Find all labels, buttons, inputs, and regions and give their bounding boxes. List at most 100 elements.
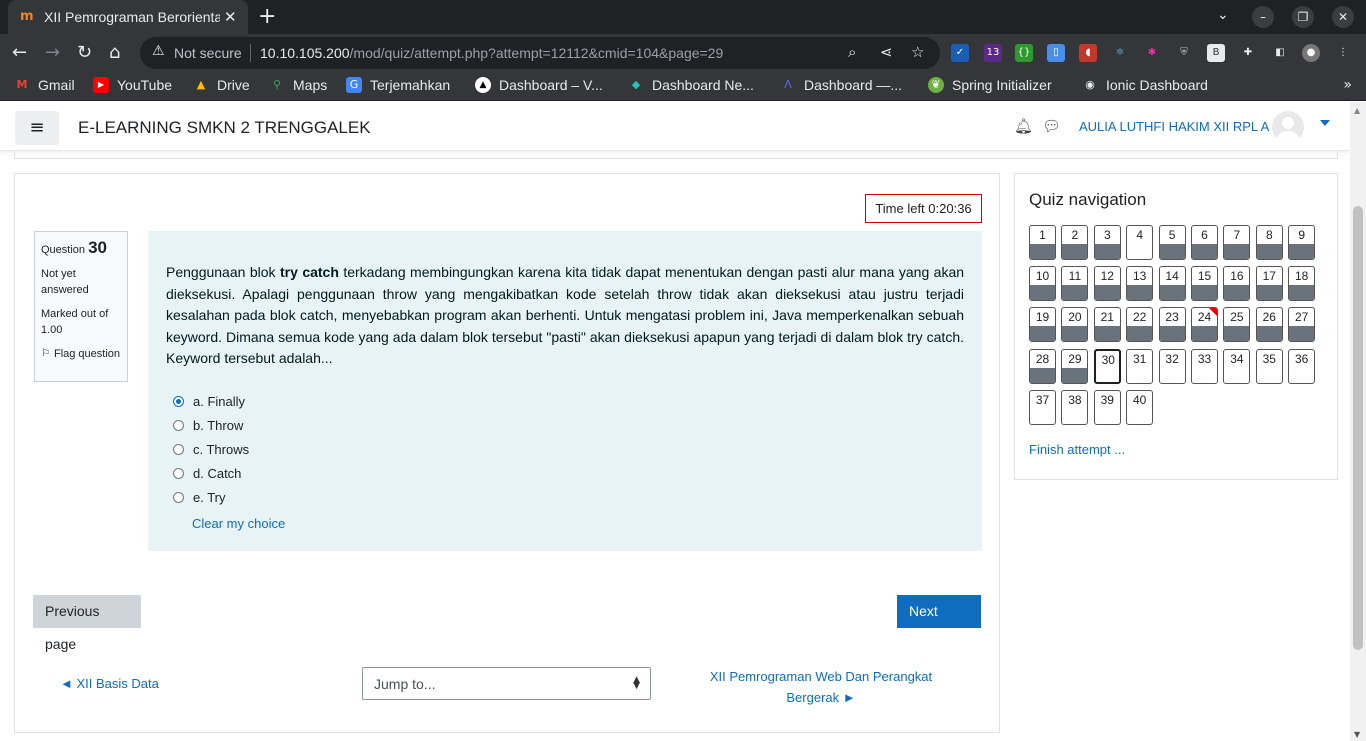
tab-search-chevron-icon[interactable]: ⌄: [1217, 7, 1229, 23]
bookmark-dashboard-vercel[interactable]: ▲ Dashboard – V...: [475, 77, 603, 93]
quiz-nav-question-32[interactable]: 32: [1158, 348, 1186, 384]
radio-button[interactable]: [173, 444, 184, 455]
share-icon[interactable]: ⋖: [880, 43, 893, 61]
quiz-nav-question-18[interactable]: 18: [1288, 266, 1316, 302]
quiz-nav-question-38[interactable]: 38: [1061, 389, 1089, 425]
site-name[interactable]: E-LEARNING SMKN 2 TRENGGALEK: [78, 118, 371, 138]
radio-button[interactable]: [173, 492, 184, 503]
finish-attempt-link[interactable]: Finish attempt ...: [1029, 442, 1125, 457]
warning-icon[interactable]: ⚠: [152, 43, 165, 59]
tab-close-icon[interactable]: ✕: [224, 8, 237, 26]
quiz-nav-question-34[interactable]: 34: [1223, 348, 1251, 384]
bookmark-ionic[interactable]: ◉ Ionic Dashboard: [1082, 77, 1208, 93]
user-menu-name[interactable]: AULIA LUTHFI HAKIM XII RPL A: [1079, 119, 1269, 134]
next-page-button[interactable]: Next page: [897, 595, 981, 652]
extension-capsule-icon[interactable]: ◖: [1079, 44, 1097, 62]
browser-menu-icon[interactable]: ⋮: [1334, 44, 1352, 62]
address-bar[interactable]: ⚠ Not secure 10.10.105.200/mod/quiz/atte…: [140, 37, 940, 69]
quiz-nav-question-15[interactable]: 15: [1191, 266, 1218, 302]
answer-label[interactable]: d. Catch: [193, 466, 241, 481]
quiz-nav-question-6[interactable]: 6: [1191, 225, 1218, 260]
quiz-nav-question-37[interactable]: 37: [1029, 389, 1056, 425]
bookmark-maps[interactable]: ⚲ Maps: [269, 77, 327, 93]
extension-check-icon[interactable]: ✓: [951, 44, 969, 62]
answer-option-a[interactable]: a. Finally: [173, 394, 245, 409]
answer-option-b[interactable]: b. Throw: [173, 418, 243, 433]
not-secure-label[interactable]: Not secure: [174, 45, 242, 61]
bookmark-gmail[interactable]: M Gmail: [14, 77, 75, 93]
quiz-nav-question-5[interactable]: 5: [1158, 225, 1186, 260]
next-activity-link[interactable]: XII Pemrograman Web Dan Perangkat Berger…: [701, 666, 941, 708]
react-devtools-icon[interactable]: ⚛: [1111, 44, 1129, 62]
scroll-down-icon[interactable]: ▼: [1354, 730, 1360, 739]
extension-badge-icon[interactable]: 13: [984, 44, 1002, 62]
bookmark-drive[interactable]: ▲ Drive: [193, 77, 250, 93]
quiz-nav-question-4[interactable]: 4: [1126, 225, 1154, 260]
answer-label[interactable]: c. Throws: [193, 442, 249, 457]
bookmark-dashboard-netlify[interactable]: ◆ Dashboard Ne...: [628, 77, 754, 93]
graphql-icon[interactable]: ✱: [1143, 44, 1161, 62]
quiz-nav-question-31[interactable]: 31: [1126, 348, 1154, 384]
clear-choice-link[interactable]: Clear my choice: [192, 516, 285, 531]
quiz-nav-question-8[interactable]: 8: [1255, 225, 1283, 260]
quiz-nav-question-10[interactable]: 10: [1029, 266, 1056, 302]
browser-tab[interactable]: m XII Pemrograman Berorientasi Objek ✕: [8, 0, 248, 34]
quiz-nav-question-7[interactable]: 7: [1223, 225, 1251, 260]
quiz-nav-question-36[interactable]: 36: [1288, 348, 1316, 384]
window-close-icon[interactable]: ✕: [1332, 6, 1354, 28]
extension-b-icon[interactable]: B: [1207, 44, 1225, 62]
page-scrollbar[interactable]: ▲ ▼: [1350, 102, 1366, 741]
scroll-up-icon[interactable]: ▲: [1354, 106, 1360, 115]
quiz-nav-question-14[interactable]: 14: [1158, 266, 1186, 302]
radio-button[interactable]: [173, 468, 184, 479]
extension-doc-icon[interactable]: ▯: [1047, 44, 1065, 62]
quiz-nav-question-29[interactable]: 29: [1061, 348, 1089, 384]
extension-code-icon[interactable]: {}: [1015, 44, 1033, 62]
answer-option-d[interactable]: d. Catch: [173, 466, 241, 481]
quiz-nav-question-24[interactable]: 24: [1191, 307, 1218, 343]
forward-icon[interactable]: →: [45, 42, 60, 63]
scrollbar-thumb[interactable]: [1353, 206, 1363, 650]
jump-to-select[interactable]: Jump to... ▲ ▼: [362, 667, 651, 700]
answer-option-e[interactable]: e. Try: [173, 490, 226, 505]
restore-icon[interactable]: ❐: [1292, 6, 1314, 28]
quiz-nav-question-17[interactable]: 17: [1255, 266, 1283, 302]
quiz-nav-question-33[interactable]: 33: [1191, 348, 1218, 384]
quiz-nav-question-11[interactable]: 11: [1061, 266, 1089, 302]
profile-avatar-icon[interactable]: ●: [1302, 44, 1320, 62]
flag-question-link[interactable]: ⚐ Flag question: [41, 346, 121, 362]
url-text[interactable]: 10.10.105.200/mod/quiz/attempt.php?attem…: [260, 45, 723, 61]
side-panel-icon[interactable]: ◧: [1271, 44, 1289, 62]
quiz-nav-question-21[interactable]: 21: [1093, 307, 1121, 343]
answer-label[interactable]: a. Finally: [193, 394, 245, 409]
quiz-nav-question-35[interactable]: 35: [1255, 348, 1283, 384]
quiz-nav-question-28[interactable]: 28: [1029, 348, 1056, 384]
previous-page-button[interactable]: Previous page: [33, 595, 141, 652]
user-menu-caret-icon[interactable]: [1320, 120, 1330, 126]
quiz-nav-question-39[interactable]: 39: [1093, 389, 1121, 425]
drawer-toggle-icon[interactable]: ≡: [15, 111, 59, 145]
bookmark-translate[interactable]: G Terjemahkan: [346, 77, 450, 93]
quiz-nav-question-12[interactable]: 12: [1093, 266, 1121, 302]
notification-bell-icon[interactable]: 🔔︎: [1014, 117, 1033, 135]
quiz-nav-question-3[interactable]: 3: [1093, 225, 1121, 260]
bookmark-spring[interactable]: ❦ Spring Initializer: [928, 77, 1052, 93]
bookmark-star-icon[interactable]: ☆: [911, 43, 924, 61]
quiz-nav-question-13[interactable]: 13: [1126, 266, 1154, 302]
quiz-nav-question-16[interactable]: 16: [1223, 266, 1251, 302]
quiz-nav-question-26[interactable]: 26: [1255, 307, 1283, 343]
bookmark-dashboard[interactable]: Λ Dashboard —...: [780, 77, 902, 93]
answer-option-c[interactable]: c. Throws: [173, 442, 249, 457]
answer-label[interactable]: b. Throw: [193, 418, 243, 433]
messages-icon[interactable]: 💬︎: [1042, 117, 1061, 135]
zoom-search-icon[interactable]: ⌕: [848, 43, 856, 61]
previous-activity-link[interactable]: ◄ XII Basis Data: [60, 676, 159, 691]
bookmarks-overflow-icon[interactable]: »: [1343, 77, 1352, 93]
shield-icon[interactable]: ⛨: [1175, 44, 1193, 62]
quiz-nav-question-25[interactable]: 25: [1223, 307, 1251, 343]
quiz-nav-question-19[interactable]: 19: [1029, 307, 1056, 343]
new-tab-icon[interactable]: +: [258, 4, 276, 29]
radio-button[interactable]: [173, 420, 184, 431]
quiz-nav-question-20[interactable]: 20: [1061, 307, 1089, 343]
quiz-nav-question-2[interactable]: 2: [1061, 225, 1089, 260]
